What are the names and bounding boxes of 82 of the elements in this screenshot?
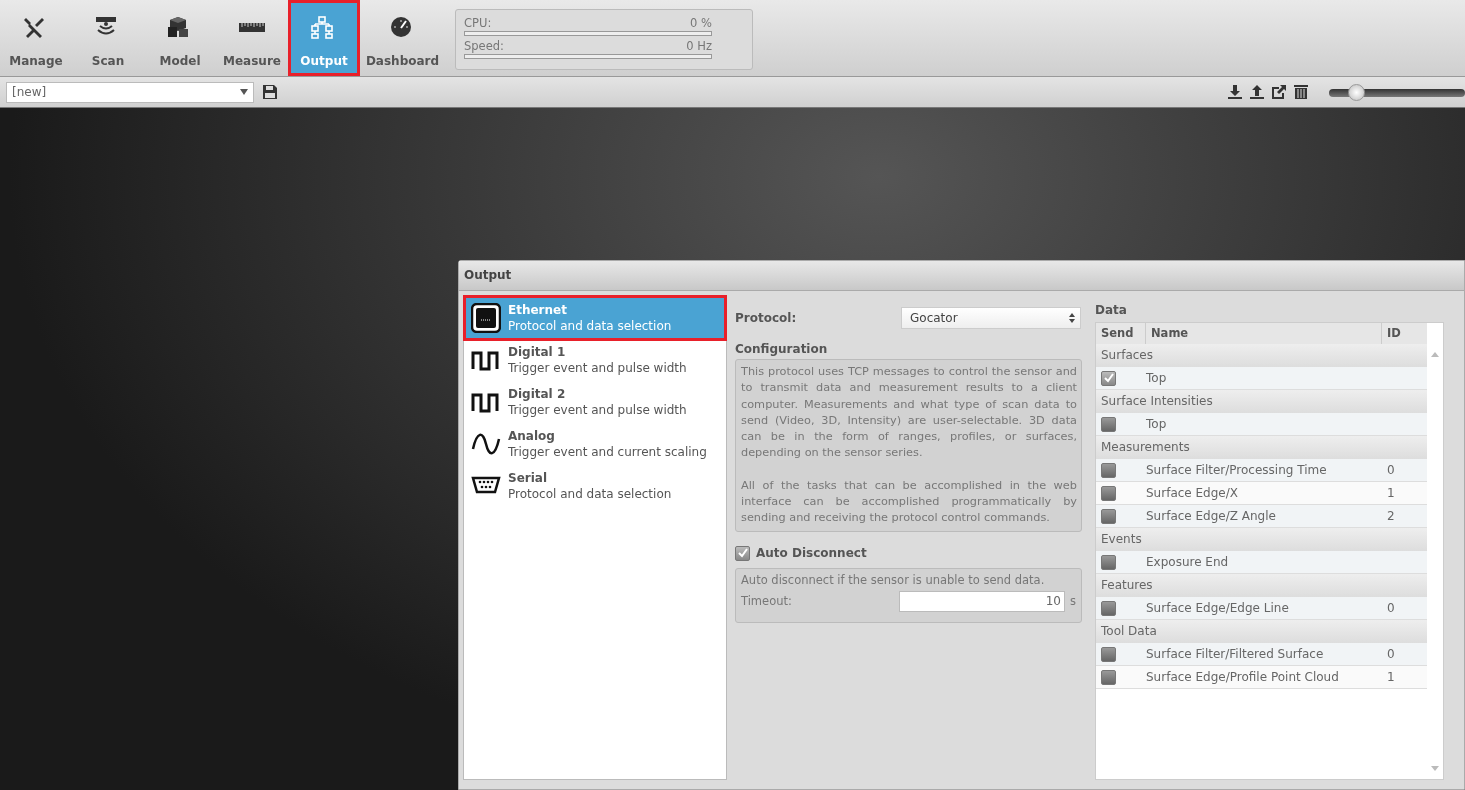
table-cell-text: Surface Filter/Filtered Surface: [1146, 647, 1325, 661]
timeout-field[interactable]: 10: [898, 590, 1065, 612]
table-cell-text: Top: [1146, 371, 1168, 385]
table-cell: 1: [1387, 486, 1395, 500]
panel-title: Output: [459, 261, 1464, 291]
scroll-down-icon: [1431, 766, 1439, 771]
trash-icon: [1293, 84, 1309, 100]
nav-tab[interactable]: Measure: [216, 0, 288, 76]
checkbox[interactable]: [1101, 646, 1116, 662]
table-cell: 0: [1387, 463, 1395, 477]
stat-label: CPU:: [464, 16, 492, 30]
table-cell-text: Top: [1146, 417, 1168, 431]
checkbox-label: Auto Disconnect: [756, 546, 867, 561]
checkbox[interactable]: [1101, 370, 1116, 386]
section-heading: Configuration: [735, 342, 829, 358]
description-text: All of the tasks that can be accomplished in the web interface can be accomplished programmatically by sending and receiving the protocol control commands.: [741, 477, 1077, 527]
checkbox[interactable]: [1101, 508, 1116, 524]
group-header: Measurements: [1096, 436, 1427, 459]
description-text: Auto disconnect if the sensor is unable to send data.: [741, 572, 1046, 587]
up-down-arrows-icon: [1069, 312, 1075, 323]
group-header: Features: [1096, 574, 1427, 597]
nav-tab[interactable]: Manage: [0, 0, 72, 76]
group-header: Events: [1096, 528, 1427, 551]
nav-tab[interactable]: Dashboard: [360, 0, 445, 76]
unit-label: s: [1070, 594, 1076, 609]
output-name: Analog: [508, 429, 556, 443]
description-text: This protocol uses TCP messages to control the sensor and to transmit data and measurement results to a client computer. Measurements and what type of scan data to send (Video, 3D, Intensity) are user-selectable. 3D data can be in the form of ranges, profiles, or surfaces, depending on the sensor series.: [741, 364, 1077, 462]
checkbox[interactable]: [1101, 416, 1116, 432]
table-cell: 0: [1387, 647, 1395, 661]
table-cell-text: Surface Edge/X: [1146, 486, 1239, 500]
checkbox[interactable]: [735, 545, 750, 561]
group-header: Tool Data: [1096, 620, 1427, 643]
stat-reading: 0 %: [690, 16, 712, 30]
checkbox[interactable]: [1101, 485, 1116, 501]
output-item[interactable]: Analog Trigger event and current scaling: [465, 423, 725, 465]
table-cell-text: Surface Edge/Edge Line: [1146, 601, 1290, 615]
table-cell-text: Surface Filter/Processing Time: [1146, 463, 1328, 477]
ethernet-port-icon: [471, 303, 501, 333]
output-description: Trigger event and pulse width: [508, 403, 687, 417]
output-item[interactable]: Digital 2 Trigger event and pulse width: [465, 381, 725, 423]
zoom-slider[interactable]: [1329, 82, 1465, 102]
field-label: Timeout:: [741, 594, 793, 609]
output-name: Ethernet: [508, 303, 568, 317]
checkbox[interactable]: [1101, 669, 1116, 685]
checkbox[interactable]: [1101, 554, 1116, 570]
table-cell: 0: [1387, 601, 1395, 615]
download-icon: [1227, 84, 1243, 100]
table-cell-text: Surface Edge/Z Angle: [1146, 509, 1277, 523]
output-name: Digital 1: [508, 345, 567, 359]
output-description: Protocol and data selection: [508, 319, 672, 333]
column-header: ID: [1386, 325, 1402, 342]
table-cell-text: Surface Edge/Profile Point Cloud: [1146, 670, 1340, 684]
output-description: Protocol and data selection: [508, 487, 672, 501]
save-icon: [262, 84, 278, 100]
section-heading: Data: [1095, 303, 1128, 319]
checkbox[interactable]: [1101, 600, 1116, 616]
checkmark-icon: [736, 547, 749, 560]
nav-tab[interactable]: Scan: [72, 0, 144, 76]
scroll-up-icon: [1431, 352, 1439, 357]
stat-label: Speed:: [464, 39, 504, 53]
group-header: Surfaces: [1096, 344, 1427, 367]
upload-icon: [1249, 84, 1265, 100]
table-cell: 2: [1387, 509, 1395, 523]
group-header: Surface Intensities: [1096, 390, 1427, 413]
protocol-dropdown[interactable]: Gocator: [901, 306, 1081, 329]
output-item[interactable]: Digital 1 Trigger event and pulse width: [465, 339, 725, 381]
dropdown-caret-icon: [240, 89, 248, 95]
output-name: Serial: [508, 471, 549, 485]
external-link-icon: [1271, 84, 1287, 100]
output-item[interactable]: Serial Protocol and data selection: [465, 465, 725, 507]
checkmark-icon: [1102, 372, 1115, 384]
slider-thumb[interactable]: [1348, 83, 1366, 101]
table-cell-text: Exposure End: [1146, 555, 1230, 569]
nav-tab[interactable]: Model: [144, 0, 216, 76]
output-description: Trigger event and current scaling: [508, 445, 707, 459]
field-label: Protocol:: [735, 310, 798, 325]
output-name: Digital 2: [508, 387, 567, 401]
output-description: Trigger event and pulse width: [508, 361, 687, 375]
table-cell: 1: [1387, 670, 1395, 684]
stat-reading: 0 Hz: [686, 39, 712, 53]
job-dropdown[interactable]: [new]: [6, 81, 254, 103]
checkbox[interactable]: [1101, 462, 1116, 478]
